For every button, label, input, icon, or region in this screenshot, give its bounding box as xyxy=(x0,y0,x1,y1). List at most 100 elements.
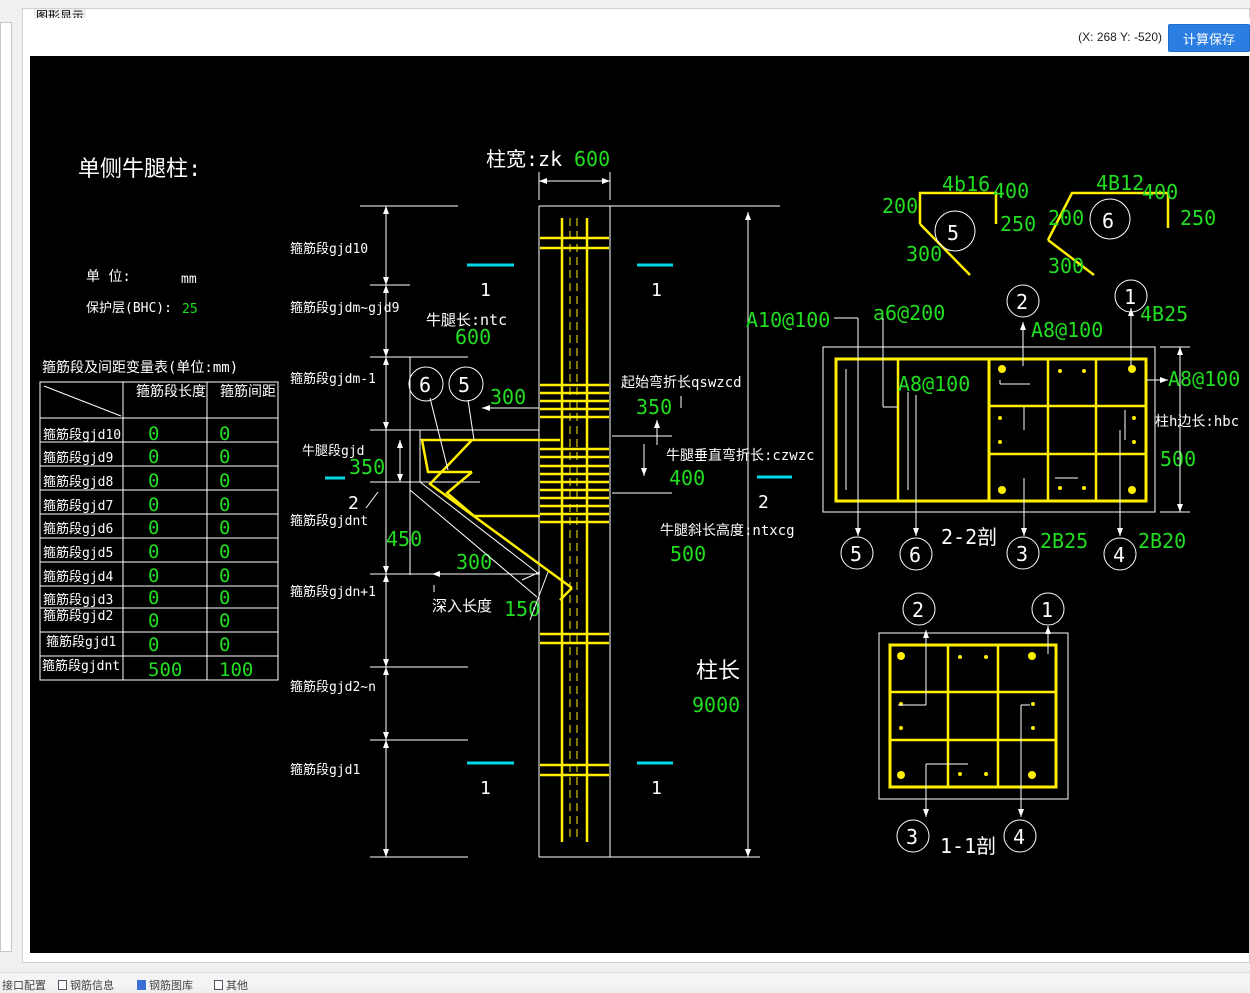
section22-a8-right: A8@100 xyxy=(1168,367,1240,391)
seg-label-gjd1: 箍筋段gjd1 xyxy=(290,762,360,778)
drawing-svg: 单侧牛腿柱: 单 位: mm 保护层(BHC): 25 箍筋段及间距变量表(单位… xyxy=(39,147,1240,858)
seg-label-gjd2n: 箍筋段gjd2~n xyxy=(290,679,376,695)
table-col-length: 箍筋段长度 xyxy=(136,383,206,400)
section22-a8-inner: A8@100 xyxy=(898,372,970,396)
seg-label-gjdn1: 箍筋段gjdn+1 xyxy=(290,584,376,600)
bar6-label: 4B12 xyxy=(1096,171,1144,195)
section11-title: 1-1剖 xyxy=(940,834,996,858)
table-row-spacing: 0 xyxy=(219,470,230,492)
marker-label: 1 xyxy=(1041,598,1053,622)
vertical-bend-label: 牛腿垂直弯折长:czwzc xyxy=(666,447,815,464)
left-side-panel xyxy=(0,22,12,952)
cut-label: 1 xyxy=(651,280,662,301)
tab-rebar-info[interactable]: 钢筋信息 xyxy=(58,977,114,993)
cut-label: 1 xyxy=(651,778,662,799)
cut-label: 1 xyxy=(480,778,491,799)
depth-label: 深入长度 xyxy=(432,597,492,615)
table-row-length: 0 xyxy=(148,446,159,468)
depth-value: 150 xyxy=(504,597,540,621)
bar5-250: 250 xyxy=(1000,212,1036,236)
marker-label: 2 xyxy=(1016,290,1028,314)
table-row-name: 箍筋段gjdnt xyxy=(42,658,120,674)
column-width-label: 柱宽:zk xyxy=(486,147,562,171)
image-icon xyxy=(137,980,146,990)
marker-label: 6 xyxy=(1102,209,1114,233)
table-row-spacing: 0 xyxy=(219,541,230,563)
calculate-save-button[interactable]: 计算保存 xyxy=(1168,24,1250,52)
section22-side-value: 500 xyxy=(1160,447,1196,471)
section22-b20-bottom: 2B20 xyxy=(1138,529,1186,553)
table-row-name: 箍筋段gjd1 xyxy=(46,634,116,650)
marker-label: 4 xyxy=(1013,825,1025,849)
drawing-title: 单侧牛腿柱: xyxy=(78,157,201,182)
bottom-tab-bar: 接口配置 钢筋信息 钢筋图库 其他 xyxy=(0,972,1250,992)
seg-label-gjdm1: 箍筋段gjdm-1 xyxy=(290,371,376,387)
table-row-length: 0 xyxy=(148,470,159,492)
section22-a10: A10@100 xyxy=(746,308,830,332)
bend-start-value: 350 xyxy=(636,395,672,419)
seg-label-gjdnt: 箍筋段gjdnt xyxy=(290,513,368,529)
table-row-spacing: 0 xyxy=(219,446,230,468)
marker-label: 4 xyxy=(1113,543,1125,567)
tab-label: 接口配置 xyxy=(2,980,46,992)
drawing-canvas[interactable]: 单侧牛腿柱: 单 位: mm 保护层(BHC): 25 箍筋段及间距变量表(单位… xyxy=(30,56,1249,953)
coordinate-readout: (X: 268 Y: -520) xyxy=(1078,30,1162,44)
seg-label-gjdm9: 箍筋段gjdm~gjd9 xyxy=(290,300,399,316)
slope-height-value: 500 xyxy=(670,542,706,566)
marker-label: 6 xyxy=(909,543,921,567)
table-row-length: 0 xyxy=(148,565,159,587)
table-row-name: 箍筋段gjd7 xyxy=(43,498,113,514)
table-row-spacing: 0 xyxy=(219,587,230,609)
table-row-name: 箍筋段gjd5 xyxy=(43,545,113,561)
table-row-length: 0 xyxy=(148,423,159,445)
cut-label: 2 xyxy=(758,492,769,513)
table-row-spacing: 0 xyxy=(219,565,230,587)
section22-title: 2-2剖 xyxy=(941,525,997,549)
section22-b25-bottom: 2B25 xyxy=(1040,529,1088,553)
bar6-250: 250 xyxy=(1180,206,1216,230)
corbel-length-value: 600 xyxy=(455,325,491,349)
tab-interface-config[interactable]: 接口配置 xyxy=(2,977,46,993)
cut-label: 1 xyxy=(480,280,491,301)
table-col-spacing: 箍筋间距 xyxy=(220,383,276,400)
tab-label: 其他 xyxy=(226,980,248,992)
marker-label: 6 xyxy=(419,373,431,397)
tab-rebar-library[interactable]: 钢筋图库 xyxy=(137,977,193,993)
section22-a6: a6@200 xyxy=(873,301,945,325)
tab-label: 钢筋信息 xyxy=(70,980,114,992)
marker-label: 5 xyxy=(458,373,470,397)
column-length-value: 9000 xyxy=(692,693,740,717)
section22-b25-top: 4B25 xyxy=(1140,302,1188,326)
document-icon xyxy=(214,980,223,990)
table-row-spacing: 0 xyxy=(219,423,230,445)
column-width-value: 600 xyxy=(574,147,610,171)
bar6-400: 400 xyxy=(1142,180,1178,204)
table-row-spacing: 0 xyxy=(219,610,230,632)
slope-height-label: 牛腿斜长高度:ntxcg xyxy=(660,522,795,539)
bar6-300: 300 xyxy=(1048,254,1084,278)
dim-300-top: 300 xyxy=(490,385,526,409)
marker-label: 2 xyxy=(912,598,924,622)
table-row-spacing: 0 xyxy=(219,634,230,656)
tab-other[interactable]: 其他 xyxy=(214,977,248,993)
table-row-length: 0 xyxy=(148,610,159,632)
table-row-length: 0 xyxy=(148,517,159,539)
table-row-name: 箍筋段gjd9 xyxy=(43,450,113,466)
dim-350-left: 350 xyxy=(349,455,385,479)
bar5-label: 4b16 xyxy=(942,172,990,196)
bar5-200: 200 xyxy=(882,194,918,218)
table-row-length: 0 xyxy=(148,634,159,656)
table-row-name: 箍筋段gjd6 xyxy=(43,521,113,537)
dim-450: 450 xyxy=(386,527,422,551)
unit-value: mm xyxy=(181,272,197,287)
table-row-length: 0 xyxy=(148,494,159,516)
document-icon xyxy=(58,980,67,990)
table-row-name: 箍筋段gjd2 xyxy=(43,608,113,624)
bar6-200: 200 xyxy=(1048,206,1084,230)
tab-label: 钢筋图库 xyxy=(149,980,193,992)
bar5-300: 300 xyxy=(906,242,942,266)
section22-a8-top: A8@100 xyxy=(1031,318,1103,342)
bar5-400: 400 xyxy=(993,179,1029,203)
table-row-name: 箍筋段gjd3 xyxy=(43,592,113,608)
table-row-length: 0 xyxy=(148,587,159,609)
